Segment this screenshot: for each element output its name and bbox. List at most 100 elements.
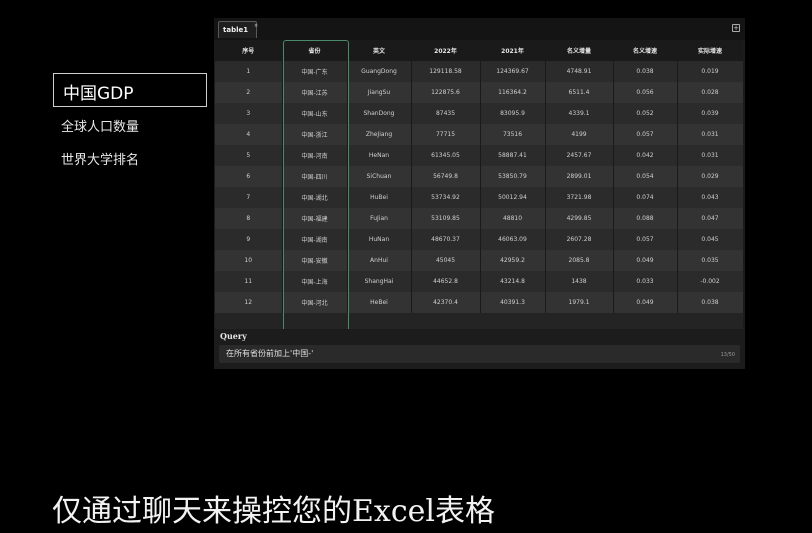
table-cell[interactable]: 中国-河北 <box>282 292 348 313</box>
table-cell[interactable]: 中国-湖南 <box>282 229 348 250</box>
table-cell[interactable]: 83095.9 <box>480 103 546 124</box>
table-cell[interactable]: 53109.85 <box>411 208 481 229</box>
table-cell[interactable]: ShangHai <box>347 271 412 292</box>
table-cell[interactable]: 8 <box>215 208 283 229</box>
table-cell[interactable]: 44652.8 <box>411 271 481 292</box>
table-cell[interactable]: 0.043 <box>677 187 743 208</box>
table-cell[interactable]: 0.031 <box>677 145 743 166</box>
menu-item-china-gdp[interactable]: 中国GDP <box>53 73 207 107</box>
table-cell[interactable]: 中国-安徽 <box>282 250 348 271</box>
table-cell[interactable]: 中国-福建 <box>282 208 348 229</box>
table-cell[interactable]: HuBei <box>347 187 412 208</box>
table-cell[interactable]: JiangSu <box>347 82 412 103</box>
table-cell[interactable]: 11 <box>215 271 283 292</box>
table-cell[interactable]: 73516 <box>480 124 546 145</box>
table-cell[interactable]: SiChuan <box>347 166 412 187</box>
table-cell[interactable]: 0.052 <box>613 103 678 124</box>
table-cell[interactable]: 2085.8 <box>545 250 614 271</box>
table-cell[interactable]: 48670.37 <box>411 229 481 250</box>
column-header[interactable]: 名义增速 <box>613 40 678 61</box>
table-cell[interactable]: 0.038 <box>677 292 743 313</box>
table-cell[interactable]: 0.029 <box>677 166 743 187</box>
column-header[interactable]: 名义增量 <box>545 40 614 61</box>
table-cell[interactable]: 53734.92 <box>411 187 481 208</box>
table-cell[interactable]: 中国-河南 <box>282 145 348 166</box>
table-cell[interactable]: 50012.94 <box>480 187 546 208</box>
table-cell[interactable]: 129118.58 <box>411 61 481 82</box>
table-cell[interactable]: 中国-四川 <box>282 166 348 187</box>
table-cell[interactable]: 3 <box>215 103 283 124</box>
table-cell[interactable]: 87435 <box>411 103 481 124</box>
table-cell[interactable]: 48810 <box>480 208 546 229</box>
table-cell[interactable]: 2 <box>215 82 283 103</box>
column-header[interactable]: 序号 <box>215 40 283 61</box>
menu-item-university-ranking[interactable]: 世界大学排名 <box>53 149 207 168</box>
table-cell[interactable]: 116364.2 <box>480 82 546 103</box>
table-cell[interactable]: 2899.01 <box>545 166 614 187</box>
table-cell[interactable]: 中国-湖北 <box>282 187 348 208</box>
table-cell[interactable]: AnHui <box>347 250 412 271</box>
table-cell[interactable]: HuNan <box>347 229 412 250</box>
table-cell[interactable]: 56749.8 <box>411 166 481 187</box>
table-cell[interactable]: 4299.85 <box>545 208 614 229</box>
table-cell[interactable]: 0.049 <box>613 250 678 271</box>
table-cell[interactable]: 0.042 <box>613 145 678 166</box>
table-cell[interactable]: HeNan <box>347 145 412 166</box>
table-cell[interactable]: 61345.05 <box>411 145 481 166</box>
table-cell[interactable]: 0.047 <box>677 208 743 229</box>
table-cell[interactable]: 45045 <box>411 250 481 271</box>
table-cell[interactable]: 42370.4 <box>411 292 481 313</box>
query-input[interactable]: 在所有省份前加上'中国-' 13/50 <box>219 345 740 363</box>
table-cell[interactable]: 3721.98 <box>545 187 614 208</box>
table-cell[interactable]: 4 <box>215 124 283 145</box>
table-cell[interactable]: 中国-浙江 <box>282 124 348 145</box>
table-cell[interactable]: 1 <box>215 61 283 82</box>
table-cell[interactable]: 中国-江苏 <box>282 82 348 103</box>
table-cell[interactable]: 中国-广东 <box>282 61 348 82</box>
table-cell[interactable]: 0.049 <box>613 292 678 313</box>
table-cell[interactable]: 6 <box>215 166 283 187</box>
table-cell[interactable]: 12 <box>215 292 283 313</box>
table-cell[interactable]: ZheJiang <box>347 124 412 145</box>
column-header[interactable]: 2022年 <box>411 40 481 61</box>
table-cell[interactable]: 0.045 <box>677 229 743 250</box>
table-cell[interactable]: 122875.6 <box>411 82 481 103</box>
table-cell[interactable]: -0.002 <box>677 271 743 292</box>
table-cell[interactable]: 0.057 <box>613 124 678 145</box>
table-cell[interactable]: 10 <box>215 250 283 271</box>
table-cell[interactable]: 4199 <box>545 124 614 145</box>
table-cell[interactable]: 0.038 <box>613 61 678 82</box>
table-cell[interactable]: 0.056 <box>613 82 678 103</box>
table-cell[interactable]: 9 <box>215 229 283 250</box>
table-cell[interactable]: 0.074 <box>613 187 678 208</box>
table-cell[interactable]: 4339.1 <box>545 103 614 124</box>
table-cell[interactable]: 1438 <box>545 271 614 292</box>
table-cell[interactable]: ShanDong <box>347 103 412 124</box>
table-cell[interactable]: HeBei <box>347 292 412 313</box>
table-cell[interactable]: 42959.2 <box>480 250 546 271</box>
table-cell[interactable]: 0.088 <box>613 208 678 229</box>
table-cell[interactable]: 6511.4 <box>545 82 614 103</box>
table-cell[interactable]: 0.031 <box>677 124 743 145</box>
table-cell[interactable]: 2607.28 <box>545 229 614 250</box>
table-cell[interactable]: 4748.91 <box>545 61 614 82</box>
table-cell[interactable]: 0.019 <box>677 61 743 82</box>
table-cell[interactable]: 40391.3 <box>480 292 546 313</box>
table-cell[interactable]: 中国-山东 <box>282 103 348 124</box>
table-cell[interactable]: 124369.67 <box>480 61 546 82</box>
table-cell[interactable]: 53850.79 <box>480 166 546 187</box>
close-tab-icon[interactable]: × <box>254 23 258 29</box>
table-cell[interactable]: 2457.67 <box>545 145 614 166</box>
table-cell[interactable]: 77715 <box>411 124 481 145</box>
table-cell[interactable]: 43214.8 <box>480 271 546 292</box>
table-cell[interactable]: FuJian <box>347 208 412 229</box>
table-cell[interactable]: 5 <box>215 145 283 166</box>
table-cell[interactable]: 46063.09 <box>480 229 546 250</box>
column-header[interactable]: 省份 <box>282 40 348 61</box>
table-cell[interactable]: 0.039 <box>677 103 743 124</box>
table-cell[interactable]: 58887.41 <box>480 145 546 166</box>
table-cell[interactable]: 7 <box>215 187 283 208</box>
table-cell[interactable]: 0.028 <box>677 82 743 103</box>
add-tab-icon[interactable]: + <box>732 24 740 32</box>
table-cell[interactable]: 0.035 <box>677 250 743 271</box>
